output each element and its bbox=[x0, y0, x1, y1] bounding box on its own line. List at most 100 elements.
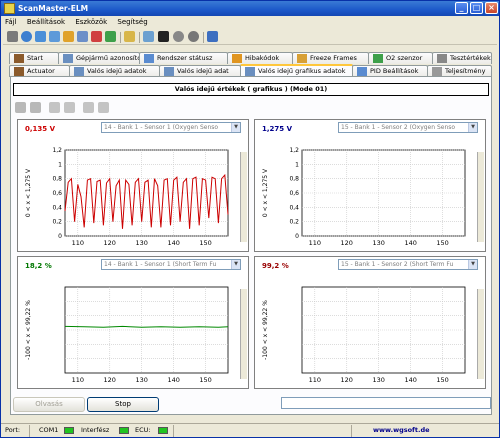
x-tick-label: 120 bbox=[341, 239, 353, 247]
clipboard-icon[interactable] bbox=[124, 31, 135, 42]
x-tick-label: 130 bbox=[372, 376, 384, 384]
toolbar-separator bbox=[203, 32, 204, 43]
print-icon[interactable] bbox=[98, 102, 109, 113]
y-tick-label: 1 bbox=[58, 161, 62, 168]
stop-button[interactable]: Stop bbox=[87, 397, 159, 412]
tab-trouble-codes[interactable]: Hibakódok bbox=[227, 52, 293, 64]
x-tick-label: 120 bbox=[341, 376, 353, 384]
grid-icon[interactable] bbox=[77, 31, 88, 42]
dollar-icon[interactable] bbox=[105, 31, 116, 42]
x-tick-label: 150 bbox=[436, 239, 448, 247]
status-separator bbox=[173, 425, 174, 437]
menu-bar: Fájl Beállítások Eszközök Segítség bbox=[1, 16, 499, 29]
y-tick-label: 0,6 bbox=[289, 190, 299, 197]
x-tick-label: 120 bbox=[104, 239, 116, 247]
tab-o2-sensor[interactable]: O2 szenzor bbox=[368, 52, 433, 64]
x-tick-label: 140 bbox=[404, 376, 416, 384]
open-icon[interactable] bbox=[49, 102, 60, 113]
save-icon[interactable] bbox=[83, 102, 94, 113]
tab-label: Rendszer státusz bbox=[157, 54, 213, 62]
chart-slider[interactable] bbox=[477, 289, 484, 379]
wrench-icon[interactable] bbox=[7, 31, 18, 42]
menu-help[interactable]: Segítség bbox=[113, 16, 151, 29]
gear-icon bbox=[437, 54, 447, 63]
page-title: Valós idejű értékek ( grafikus ) (Mode 0… bbox=[13, 83, 489, 96]
y-tick-label: 0,8 bbox=[52, 176, 62, 183]
chart-panel-4: 99,2 % 15 - Bank 1 - Sensor 2 (Short Ter… bbox=[254, 256, 486, 389]
x-tick-label: 110 bbox=[309, 239, 321, 247]
close-button[interactable]: × bbox=[485, 2, 498, 14]
chart-icon[interactable] bbox=[91, 31, 102, 42]
y-tick-label: 0 bbox=[295, 233, 299, 240]
car-icon[interactable] bbox=[35, 31, 46, 42]
menu-tools[interactable]: Eszközök bbox=[71, 16, 111, 29]
read-button[interactable]: Olvasás bbox=[13, 397, 85, 412]
com-port: COM1 bbox=[39, 426, 59, 434]
chart-svg: 110 120 130 140 150 0 0,2 0,4 0,6 0,8 1 1,2 0 < x < … bbox=[25, 147, 229, 247]
chart-slider[interactable] bbox=[240, 152, 247, 242]
tab-label: O2 szenzor bbox=[386, 54, 423, 62]
x-tick-label: 150 bbox=[199, 376, 211, 384]
chart-panel-3: 18,2 % 14 - Bank 1 - Sensor 1 (Short Ter… bbox=[17, 256, 249, 389]
x-tick-label: 140 bbox=[167, 376, 179, 384]
tab-label: Gépjármű azonosító bbox=[76, 54, 142, 62]
globe-icon[interactable] bbox=[21, 31, 32, 42]
table-icon bbox=[74, 67, 84, 76]
y-tick-label: 0,2 bbox=[52, 219, 62, 226]
tab-freeze-frames[interactable]: Freeze Frames bbox=[292, 52, 369, 64]
chart-svg: 110 120 130 140 150 -100 < x < 99,22 % bbox=[25, 286, 229, 384]
y-axis-label: 0 < x < 1,275 V bbox=[262, 168, 269, 217]
tab-start[interactable]: Start bbox=[9, 52, 59, 64]
x-tick-label: 120 bbox=[104, 376, 116, 384]
y-tick-label: 1,2 bbox=[52, 147, 62, 154]
x-tick-label: 110 bbox=[72, 376, 84, 384]
warning-icon[interactable] bbox=[63, 31, 74, 42]
start-icon bbox=[14, 54, 24, 63]
tab-label: Teljesítmény bbox=[445, 67, 486, 75]
status-separator bbox=[29, 425, 30, 437]
y-axis-label: 0 < x < 1,275 V bbox=[25, 168, 32, 217]
website-link[interactable]: www.wgsoft.de bbox=[373, 424, 430, 437]
filter-icon[interactable] bbox=[15, 102, 26, 113]
tab-vehicle-id[interactable]: Gépjármű azonosító bbox=[58, 52, 142, 64]
y-tick-label: 0,6 bbox=[52, 190, 62, 197]
sensor-icon[interactable] bbox=[188, 31, 199, 42]
chart-slider[interactable] bbox=[477, 152, 484, 242]
chart-svg: 110 120 130 140 150 0 0,2 0,4 0,6 0,8 1 1,2 0 < x < … bbox=[262, 147, 466, 247]
x-tick-label: 110 bbox=[309, 376, 321, 384]
tab-test-values[interactable]: Tesztértékek bbox=[432, 52, 492, 64]
chart-slider[interactable] bbox=[240, 289, 247, 379]
minimize-button[interactable]: _ bbox=[455, 2, 468, 14]
menu-file[interactable]: Fájl bbox=[1, 16, 21, 29]
info-icon[interactable] bbox=[207, 31, 218, 42]
app-icon bbox=[4, 3, 15, 14]
filter-alt-icon[interactable] bbox=[30, 102, 41, 113]
monitor-icon[interactable] bbox=[143, 31, 154, 42]
x-tick-label: 130 bbox=[372, 239, 384, 247]
main-window: ScanMaster-ELM _ □ × Fájl Beállítások Es… bbox=[0, 0, 500, 438]
status-icon[interactable] bbox=[49, 31, 60, 42]
interface-led-icon bbox=[119, 427, 129, 434]
chart-panel-2: 1,275 V 15 - Bank 1 - Sensor 2 (Oxygen S… bbox=[254, 119, 486, 252]
speed-icon bbox=[432, 67, 442, 76]
tab-label: Tesztértékek bbox=[450, 54, 491, 62]
status-separator bbox=[351, 425, 352, 437]
terminal-icon[interactable] bbox=[158, 31, 169, 42]
tab-system-status[interactable]: Rendszer státusz bbox=[139, 52, 228, 64]
x-tick-label: 130 bbox=[135, 239, 147, 247]
status-icon bbox=[144, 54, 154, 63]
y-tick-label: 0,4 bbox=[289, 204, 299, 211]
menu-settings[interactable]: Beállítások bbox=[23, 16, 69, 29]
tab-label: Valós idejű adatok bbox=[87, 67, 147, 75]
progress-bar bbox=[281, 397, 491, 409]
maximize-button[interactable]: □ bbox=[470, 2, 483, 14]
edit-icon[interactable] bbox=[64, 102, 75, 113]
window-title: ScanMaster-ELM bbox=[18, 4, 89, 13]
y-axis-label: -100 < x < 99,22 % bbox=[25, 300, 32, 360]
clock-icon[interactable] bbox=[173, 31, 184, 42]
x-tick-label: 140 bbox=[167, 239, 179, 247]
x-tick-label: 130 bbox=[135, 376, 147, 384]
tab-label: Actuator bbox=[27, 67, 55, 75]
car-icon bbox=[63, 54, 73, 63]
port-label: Port: bbox=[5, 426, 21, 434]
